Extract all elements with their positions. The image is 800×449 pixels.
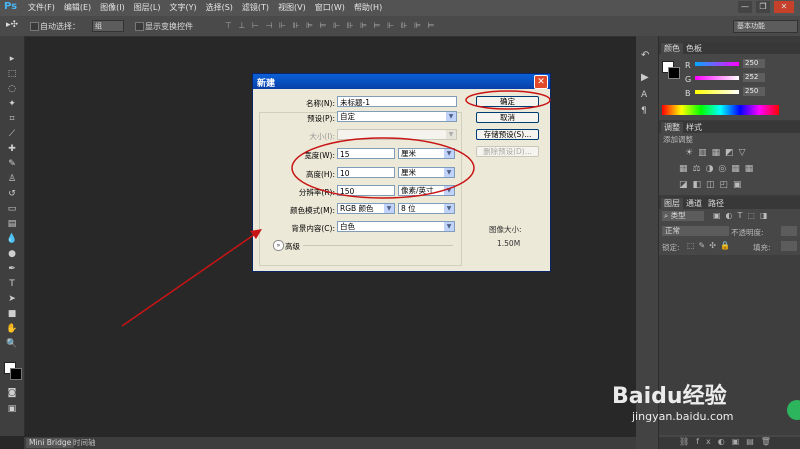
annotation-arrow [121, 231, 259, 327]
dimension-highlight-ellipse [291, 137, 475, 199]
annotation-arrowhead [250, 229, 262, 239]
baidu-watermark: Baidu经验 [612, 384, 727, 409]
ok-highlight-ellipse [465, 90, 551, 110]
baidu-watermark-url: jingyan.baidu.com [632, 410, 734, 423]
floating-action-button[interactable] [787, 400, 800, 420]
